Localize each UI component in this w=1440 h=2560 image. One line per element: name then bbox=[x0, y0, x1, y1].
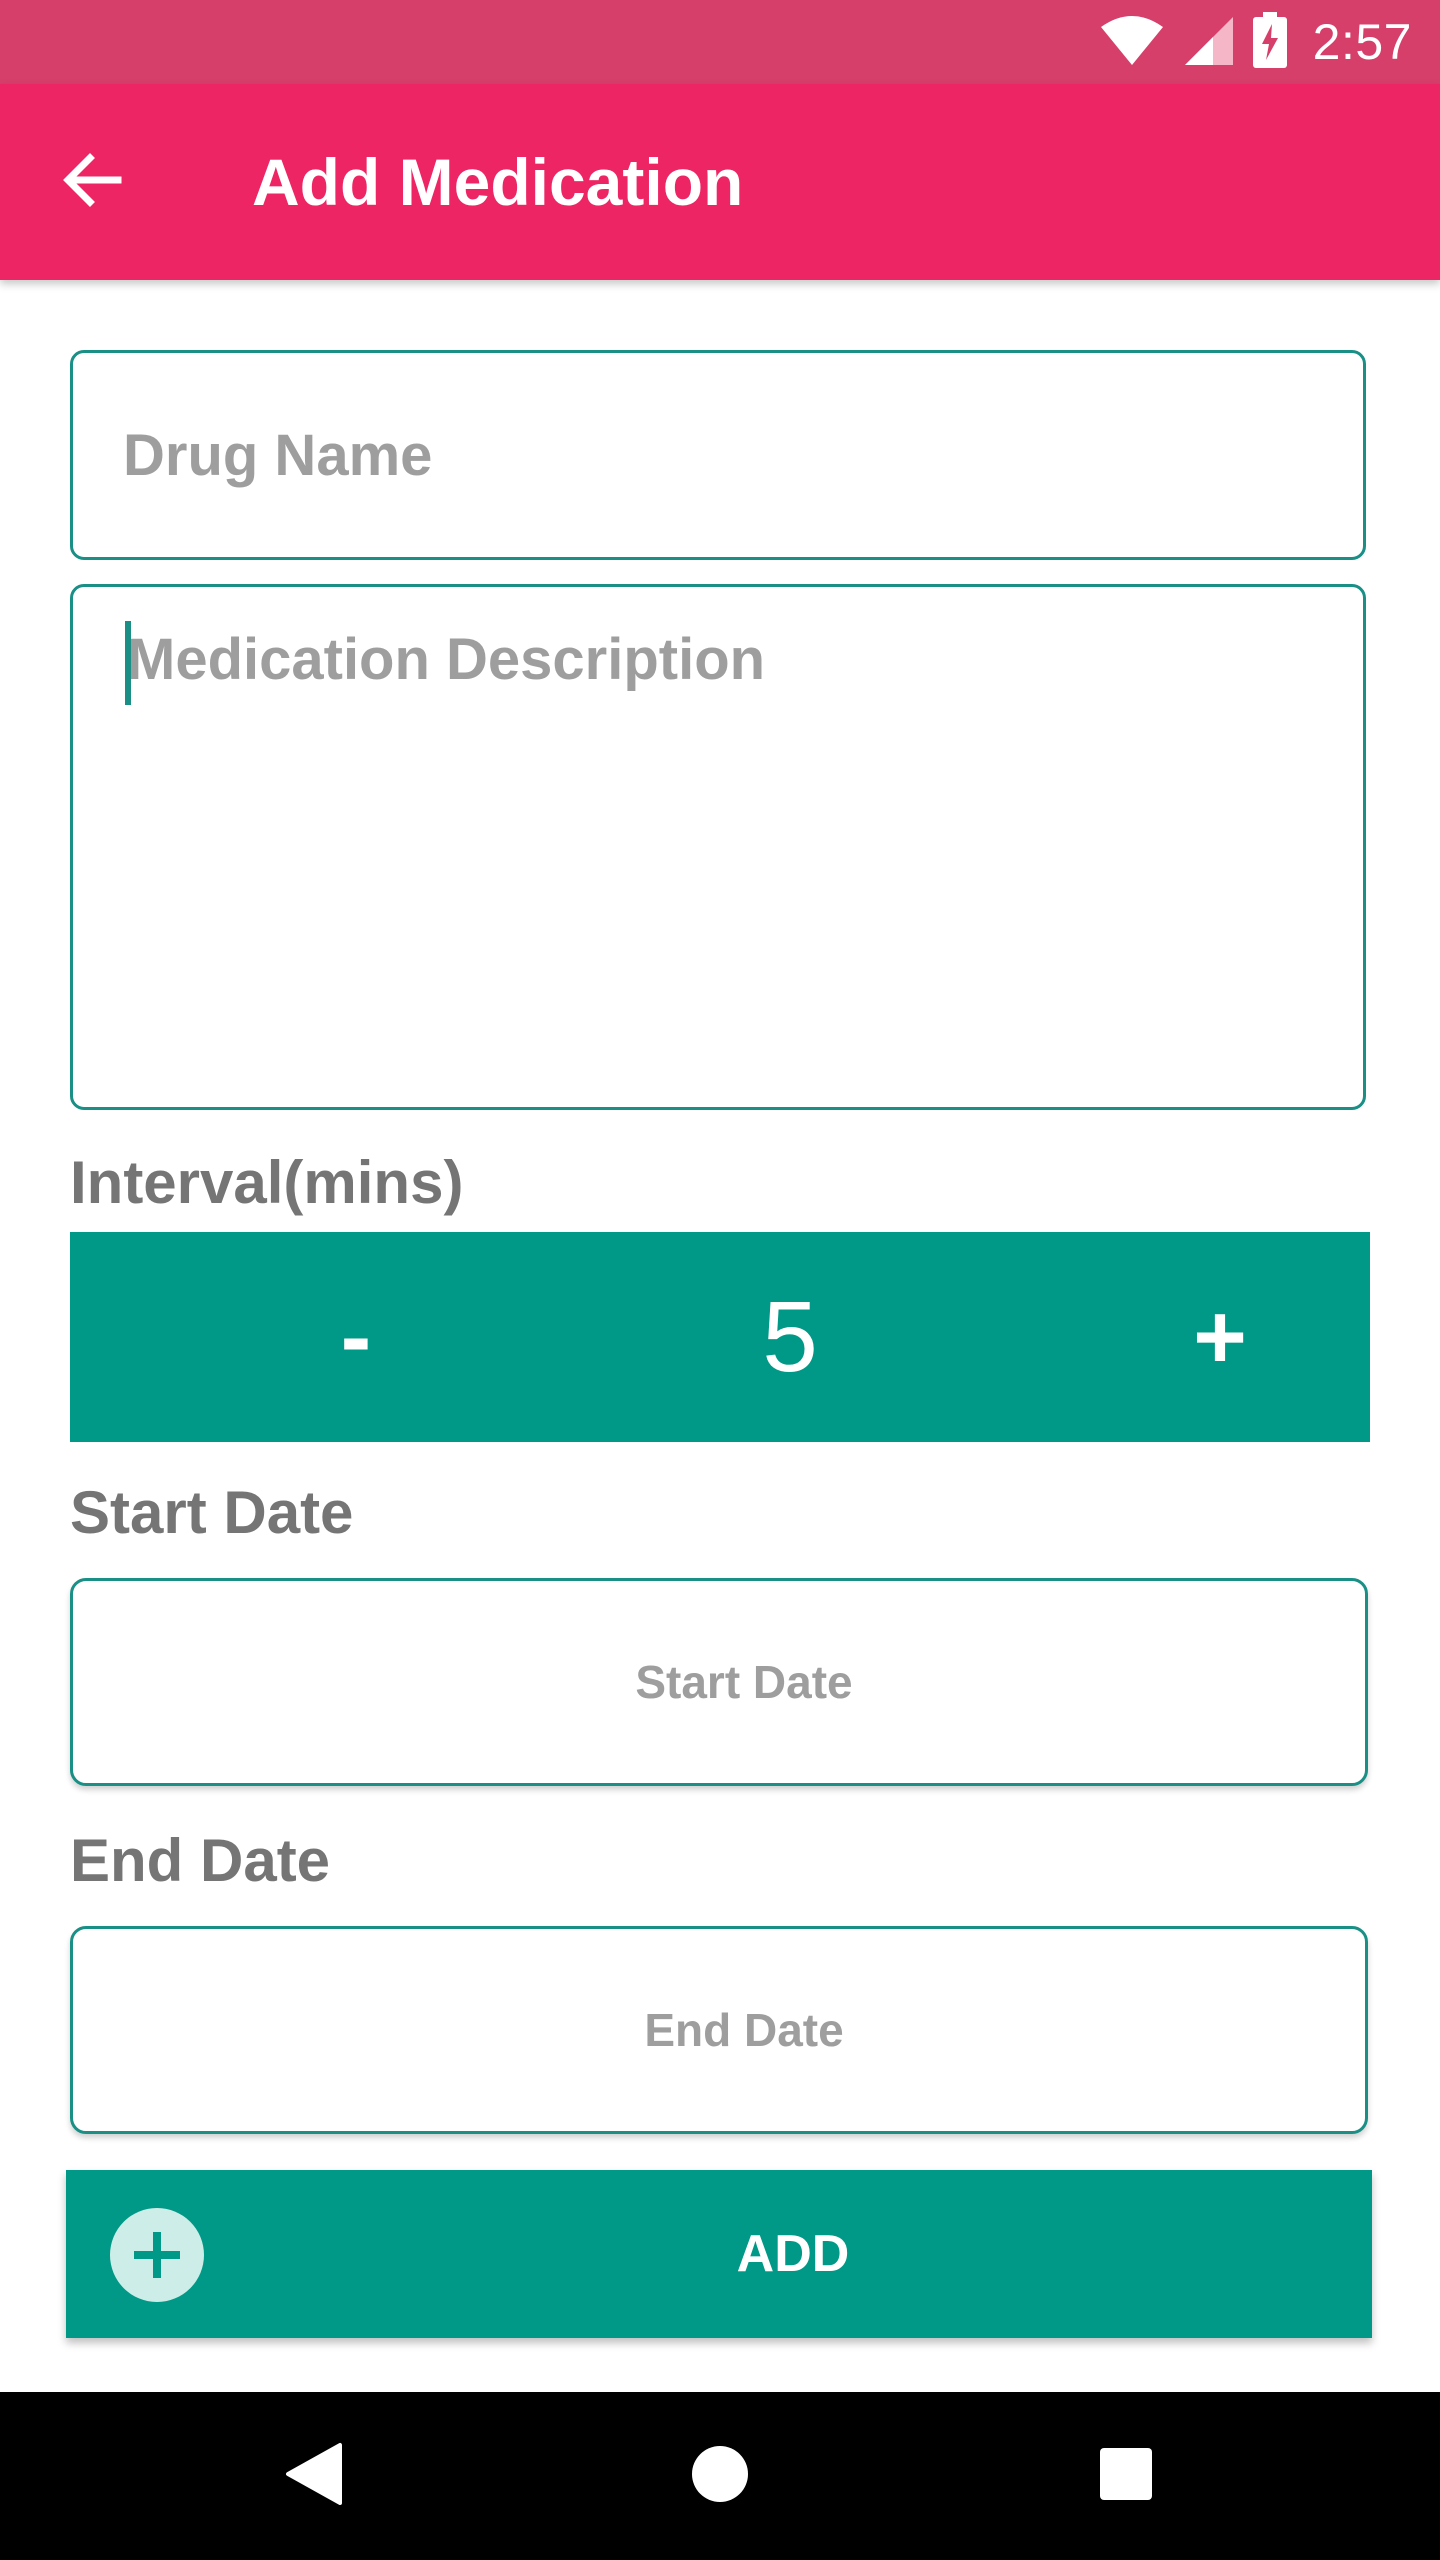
nav-back-button[interactable] bbox=[254, 2416, 374, 2536]
arrow-back-icon bbox=[60, 148, 124, 217]
end-date-label: End Date bbox=[70, 1827, 331, 1894]
increment-button[interactable]: + bbox=[1110, 1232, 1330, 1442]
navigation-bar bbox=[0, 2392, 1440, 2560]
cell-signal-icon bbox=[1183, 13, 1235, 72]
recents-square-icon bbox=[1099, 2447, 1153, 2506]
interval-stepper: - 5 + bbox=[70, 1232, 1370, 1442]
decrement-button[interactable]: - bbox=[246, 1232, 466, 1442]
app-bar: Add Medication bbox=[0, 84, 1440, 280]
add-button[interactable]: ADD bbox=[66, 2170, 1372, 2338]
back-triangle-icon bbox=[284, 2441, 344, 2512]
start-date-button[interactable]: Start Date bbox=[70, 1578, 1368, 1786]
wifi-icon bbox=[1099, 13, 1165, 72]
home-circle-icon bbox=[690, 2444, 750, 2509]
battery-charging-icon bbox=[1252, 11, 1287, 73]
end-date-button-label: End Date bbox=[644, 2004, 844, 2056]
text-cursor bbox=[125, 621, 131, 705]
medication-description-container bbox=[70, 584, 1366, 1110]
medication-description-input[interactable] bbox=[73, 587, 1363, 1107]
end-date-button[interactable]: End Date bbox=[70, 1926, 1368, 2134]
start-date-label: Start Date bbox=[70, 1479, 354, 1546]
drug-name-input[interactable] bbox=[73, 353, 1363, 557]
back-button[interactable] bbox=[40, 130, 144, 234]
page-title: Add Medication bbox=[252, 145, 744, 219]
interval-label: Interval(mins) bbox=[70, 1149, 464, 1216]
interval-value: 5 bbox=[762, 1280, 818, 1393]
status-bar: 2:57 bbox=[0, 0, 1440, 84]
drug-name-field-container bbox=[70, 350, 1366, 560]
nav-recents-button[interactable] bbox=[1066, 2416, 1186, 2536]
nav-home-button[interactable] bbox=[660, 2416, 780, 2536]
status-time: 2:57 bbox=[1312, 14, 1412, 70]
start-date-button-label: Start Date bbox=[635, 1656, 853, 1708]
add-button-label: ADD bbox=[736, 2225, 850, 2283]
plus-circle-icon bbox=[110, 2208, 204, 2302]
status-icons: 2:57 bbox=[1099, 0, 1412, 84]
